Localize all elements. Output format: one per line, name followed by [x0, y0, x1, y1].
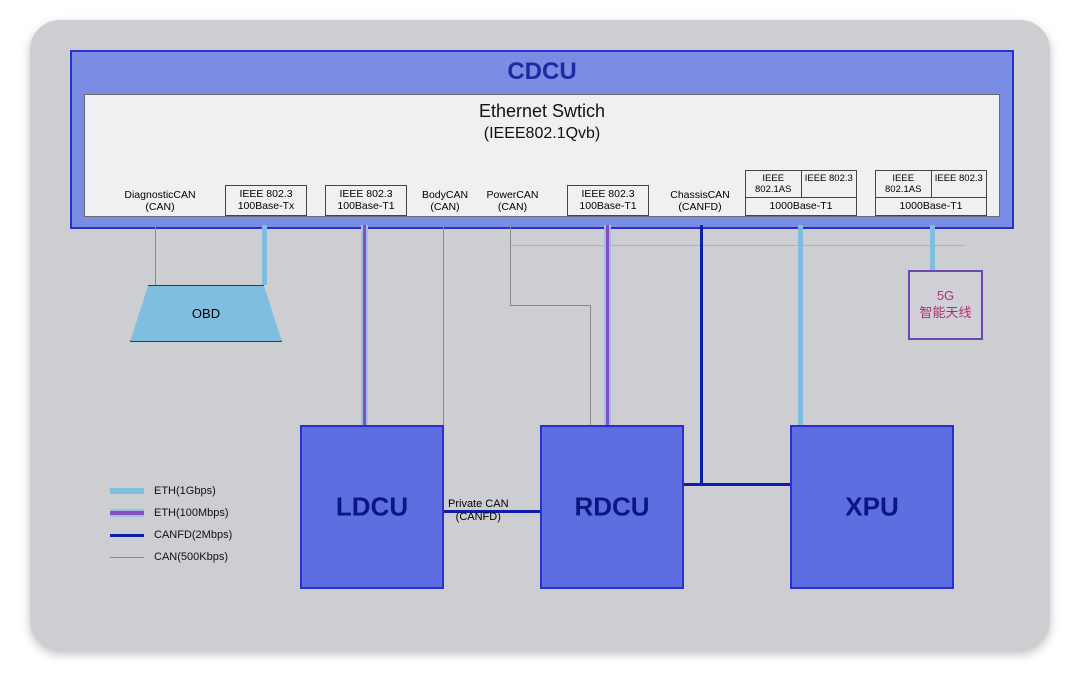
ldcu-block: LDCU	[300, 425, 444, 589]
port-sub: (CAN)	[480, 201, 545, 214]
port-label: DiagnosticCAN	[115, 189, 205, 202]
fiveg-l2: 智能天线	[910, 305, 981, 322]
port-8023-t1-b: IEEE 802.3 100Base-T1	[567, 185, 649, 216]
legend-swatch-canfd	[110, 534, 144, 537]
ldcu-label: LDCU	[302, 492, 442, 523]
legend-row-eth1g: ETH(1Gbps)	[110, 480, 232, 502]
wire-can-body	[443, 225, 444, 425]
port-sub: 100Base-T1	[326, 200, 406, 213]
legend: ETH(1Gbps) ETH(100Mbps) CANFD(2Mbps) CAN…	[110, 480, 232, 568]
legend-swatch-eth100	[110, 511, 144, 515]
port-sub: (CAN)	[115, 201, 205, 214]
legend-label: ETH(100Mbps)	[154, 507, 229, 519]
legend-label: CAN(500Kbps)	[154, 551, 228, 563]
wire-can-power-v	[510, 225, 511, 305]
switch-title: Ethernet Swtich	[85, 101, 999, 122]
private-can-label: Private CAN (CANFD)	[448, 498, 509, 524]
port-label: PowerCAN	[480, 189, 545, 202]
port-split-right: IEEE 802.3	[802, 171, 857, 198]
port-1000base-b: IEEE 802.1AS IEEE 802.3 1000Base-T1	[875, 170, 987, 216]
port-sub: 1000Base-T1	[746, 198, 856, 215]
port-bodycan: BodyCAN (CAN)	[415, 187, 475, 216]
rdcu-block: RDCU	[540, 425, 684, 589]
legend-label: ETH(1Gbps)	[154, 485, 216, 497]
wire-eth1g-5g	[930, 225, 935, 270]
wire-can-power-h	[510, 305, 590, 306]
port-1000base-a: IEEE 802.1AS IEEE 802.3 1000Base-T1	[745, 170, 857, 216]
rdcu-label: RDCU	[542, 492, 682, 523]
port-sub: (CAN)	[415, 201, 475, 214]
bus-line	[510, 245, 965, 246]
port-8023-t1-a: IEEE 802.3 100Base-T1	[325, 185, 407, 216]
legend-swatch-eth1g	[110, 488, 144, 494]
wire-eth100-rdcu	[606, 225, 609, 425]
port-split-right: IEEE 802.3	[932, 171, 987, 198]
wire-eth1g-obd	[262, 225, 267, 285]
wire-can-power-v2	[590, 305, 591, 425]
legend-swatch-can	[110, 557, 144, 558]
private-can-l1: Private CAN	[448, 498, 509, 511]
port-chassiscan: ChassisCAN (CANFD)	[665, 187, 735, 216]
wire-canfd-chassis-h	[678, 483, 793, 486]
port-label: IEEE 802.3	[226, 188, 306, 201]
fiveg-l1: 5G	[910, 288, 981, 305]
switch-subtitle: (IEEE802.1Qvb)	[85, 125, 999, 143]
port-sub: 100Base-T1	[568, 200, 648, 213]
private-can-l2: (CANFD)	[448, 511, 509, 524]
port-sub: (CANFD)	[665, 201, 735, 214]
legend-row-can: CAN(500Kbps)	[110, 546, 232, 568]
wire-canfd-chassis-v	[700, 225, 703, 485]
obd-block: OBD	[130, 285, 282, 342]
wire-eth100-ldcu	[363, 225, 366, 425]
port-split-left: IEEE 802.1AS	[746, 171, 802, 198]
port-sub: 1000Base-T1	[876, 198, 986, 215]
wire-can-obd	[155, 225, 156, 285]
port-8023-tx: IEEE 802.3 100Base-Tx	[225, 185, 307, 216]
port-label: BodyCAN	[415, 189, 475, 202]
port-powercan: PowerCAN (CAN)	[480, 187, 545, 216]
obd-label: OBD	[192, 306, 220, 321]
legend-row-eth100: ETH(100Mbps)	[110, 502, 232, 524]
legend-row-canfd: CANFD(2Mbps)	[110, 524, 232, 546]
port-label: IEEE 802.3	[568, 188, 648, 201]
xpu-label: XPU	[792, 492, 952, 523]
cdcu-title: CDCU	[72, 58, 1012, 86]
port-diagnosticcan: DiagnosticCAN (CAN)	[115, 187, 205, 216]
diagram-frame: CDCU Ethernet Swtich (IEEE802.1Qvb) Diag…	[30, 20, 1050, 650]
xpu-block: XPU	[790, 425, 954, 589]
legend-label: CANFD(2Mbps)	[154, 529, 232, 541]
port-split-left: IEEE 802.1AS	[876, 171, 932, 198]
ethernet-switch: Ethernet Swtich (IEEE802.1Qvb) Diagnosti…	[84, 94, 1000, 217]
port-label: ChassisCAN	[665, 189, 735, 202]
cdcu-block: CDCU Ethernet Swtich (IEEE802.1Qvb) Diag…	[70, 50, 1014, 229]
fiveg-block: 5G 智能天线	[908, 270, 983, 340]
port-sub: 100Base-Tx	[226, 200, 306, 213]
wire-eth1g-xpu	[798, 225, 803, 425]
port-label: IEEE 802.3	[326, 188, 406, 201]
